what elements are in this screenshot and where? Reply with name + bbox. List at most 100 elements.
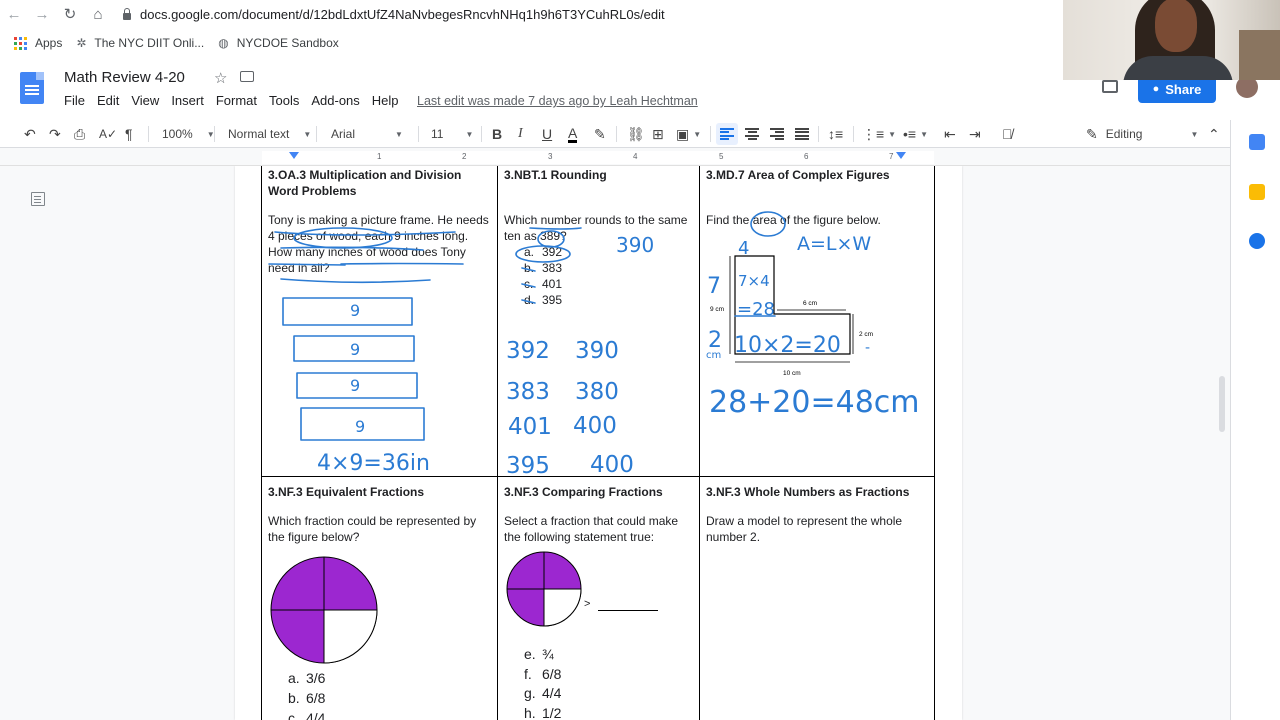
print-icon[interactable]: ⎙ bbox=[74, 125, 85, 143]
vertical-scrollbar[interactable] bbox=[1219, 376, 1225, 432]
answer-option: c. 401 bbox=[524, 277, 563, 291]
cell-header: 3.NF.3 Equivalent Fractions bbox=[268, 485, 425, 499]
table-cell[interactable]: 3.OA.3 Multiplication and Division Word … bbox=[261, 166, 498, 477]
style-select[interactable]: Normal text ▼ bbox=[228, 125, 311, 143]
answer-option: c. 4/4 bbox=[288, 710, 326, 720]
editing-mode-select[interactable]: ✎ Editing ▼ bbox=[1086, 125, 1198, 143]
bookmark-label: Apps bbox=[35, 36, 63, 50]
answer-blank[interactable] bbox=[598, 610, 658, 611]
person-icon: ● bbox=[1152, 83, 1160, 95]
docs-logo-icon[interactable] bbox=[20, 72, 44, 104]
menu-file[interactable]: File bbox=[64, 93, 85, 108]
ruler: 1 2 3 4 5 6 7 bbox=[0, 148, 1230, 166]
apps-grid-icon bbox=[14, 36, 27, 50]
align-justify-button[interactable] bbox=[791, 123, 813, 145]
cell-header: 3.NF.3 Whole Numbers as Fractions bbox=[706, 485, 910, 499]
line-spacing-icon[interactable]: ↕≡ bbox=[828, 125, 843, 143]
answer-option: e. ¾ bbox=[524, 646, 554, 662]
answer-option: b. 383 bbox=[524, 261, 563, 275]
bulleted-list-icon[interactable]: •≡ ▼ bbox=[903, 125, 928, 143]
doc-title[interactable]: Math Review 4-20 bbox=[64, 69, 185, 86]
numbered-list-icon[interactable]: ⋮≡ ▼ bbox=[862, 125, 896, 143]
font-size-select[interactable]: 11 ▼ bbox=[431, 125, 473, 143]
collapse-menus-icon[interactable]: ⌃ bbox=[1208, 125, 1220, 143]
decrease-indent-icon[interactable]: ⇤ bbox=[944, 125, 956, 143]
left-height-label: 9 cm bbox=[710, 306, 724, 313]
align-right-button[interactable] bbox=[766, 123, 788, 145]
keep-icon[interactable] bbox=[1249, 184, 1265, 200]
menu-edit[interactable]: Edit bbox=[97, 93, 119, 108]
redo-icon[interactable]: ↷ bbox=[49, 125, 61, 143]
right-height-label: 2 cm bbox=[859, 331, 873, 338]
globe-icon: ◍ bbox=[218, 36, 229, 50]
address-text[interactable]: docs.google.com/document/d/12bdLdxtUfZ4N… bbox=[140, 7, 665, 22]
calendar-icon[interactable] bbox=[1249, 134, 1265, 150]
ruler-number: 3 bbox=[548, 152, 553, 161]
cell-header: 3.OA.3 Multiplication and Division Word … bbox=[268, 168, 462, 198]
bookmark-favicon-icon: ✲ bbox=[76, 36, 87, 50]
menu-insert[interactable]: Insert bbox=[171, 93, 204, 108]
align-left-button[interactable] bbox=[716, 123, 738, 145]
insert-link-icon[interactable]: ⛓ bbox=[627, 125, 645, 143]
fraction-circle-figure bbox=[270, 556, 378, 664]
spellcheck-icon[interactable]: A✓ bbox=[99, 125, 117, 143]
document-outline-icon[interactable] bbox=[31, 192, 45, 206]
bookmark-nyc-diit[interactable]: ✲ The NYC DIIT Onli... bbox=[76, 36, 204, 50]
zoom-select[interactable]: 100% ▼ bbox=[162, 125, 215, 143]
font-select[interactable]: Arial ▼ bbox=[331, 125, 403, 143]
bookmark-apps[interactable]: Apps bbox=[14, 36, 62, 50]
bold-button[interactable]: B bbox=[492, 125, 502, 143]
menu-help[interactable]: Help bbox=[372, 93, 399, 108]
area-figure: 6 cm 9 cm 2 cm 10 cm bbox=[710, 255, 873, 377]
highlight-icon[interactable]: ✎ bbox=[594, 125, 606, 143]
document-page[interactable]: 3.OA.3 Multiplication and Division Word … bbox=[235, 166, 962, 720]
menu-view[interactable]: View bbox=[131, 93, 159, 108]
ruler-number: 1 bbox=[377, 152, 382, 161]
font-size-value: 11 bbox=[431, 127, 444, 141]
bookmark-label: The NYC DIIT Onli... bbox=[94, 36, 205, 50]
paint-format-icon[interactable]: ¶ bbox=[125, 125, 133, 143]
left-indent-marker[interactable] bbox=[289, 152, 299, 159]
menu-addons[interactable]: Add-ons bbox=[311, 93, 359, 108]
cell-question: Which number rounds to the same ten as 3… bbox=[504, 213, 688, 243]
greater-than-sign: > bbox=[584, 598, 591, 610]
menu-format[interactable]: Format bbox=[216, 93, 257, 108]
cell-question: Tony is making a picture frame. He needs… bbox=[268, 213, 489, 275]
menu-tools[interactable]: Tools bbox=[269, 93, 299, 108]
home-icon[interactable]: ⌂ bbox=[84, 6, 112, 23]
italic-button[interactable]: I bbox=[518, 125, 523, 143]
answer-option: b. 6/8 bbox=[288, 690, 326, 706]
table-cell[interactable]: 3.NF.3 Equivalent Fractions Which fracti… bbox=[261, 476, 498, 720]
undo-icon[interactable]: ↶ bbox=[24, 125, 36, 143]
text-color-icon[interactable]: A bbox=[568, 125, 578, 143]
increase-indent-icon[interactable]: ⇥ bbox=[969, 125, 981, 143]
tasks-icon[interactable] bbox=[1249, 233, 1265, 249]
right-indent-marker[interactable] bbox=[896, 152, 906, 159]
forward-icon[interactable]: → bbox=[28, 6, 56, 23]
formatting-toolbar: ↶ ↷ ⎙ A✓ ¶ 100% ▼ Normal text ▼ Arial ▼ 11 ▼… bbox=[0, 120, 1280, 148]
align-center-button[interactable] bbox=[741, 123, 763, 145]
ruler-number: 7 bbox=[889, 152, 894, 161]
zoom-value: 100% bbox=[162, 127, 193, 141]
underline-button[interactable]: U bbox=[542, 125, 552, 143]
last-edit-link[interactable]: Last edit was made 7 days ago by Leah He… bbox=[417, 94, 698, 108]
insert-image-icon[interactable]: ▣ ▼ bbox=[676, 125, 701, 143]
comment-history-icon[interactable] bbox=[1102, 80, 1118, 93]
table-cell[interactable]: 3.NF.3 Comparing Fractions Select a frac… bbox=[497, 476, 700, 720]
insert-comment-icon[interactable]: ⊞ bbox=[652, 125, 664, 143]
reload-icon[interactable]: ↻ bbox=[56, 5, 84, 23]
answer-option: a. 392 bbox=[524, 245, 563, 259]
ruler-number: 6 bbox=[804, 152, 809, 161]
clear-formatting-icon[interactable]: Ｔ̸ bbox=[1002, 125, 1013, 143]
back-icon[interactable]: ← bbox=[0, 6, 28, 23]
star-icon[interactable]: ☆ bbox=[214, 69, 227, 87]
answer-option: g. 4/4 bbox=[524, 685, 562, 701]
table-cell[interactable]: 3.NBT.1 Rounding Which number rounds to … bbox=[497, 166, 700, 477]
table-cell[interactable]: 3.MD.7 Area of Complex Figures Find the … bbox=[699, 166, 935, 477]
bookmark-nycdoe-sandbox[interactable]: ◍ NYCDOE Sandbox bbox=[218, 36, 339, 50]
move-folder-icon[interactable] bbox=[240, 71, 254, 82]
webcam-video-overlay bbox=[1063, 0, 1280, 80]
cell-question: Draw a model to represent the whole numb… bbox=[706, 514, 903, 544]
address-bar[interactable]: docs.google.com/document/d/12bdLdxtUfZ4N… bbox=[122, 7, 665, 22]
table-cell[interactable]: 3.NF.3 Whole Numbers as Fractions Draw a… bbox=[699, 476, 935, 720]
